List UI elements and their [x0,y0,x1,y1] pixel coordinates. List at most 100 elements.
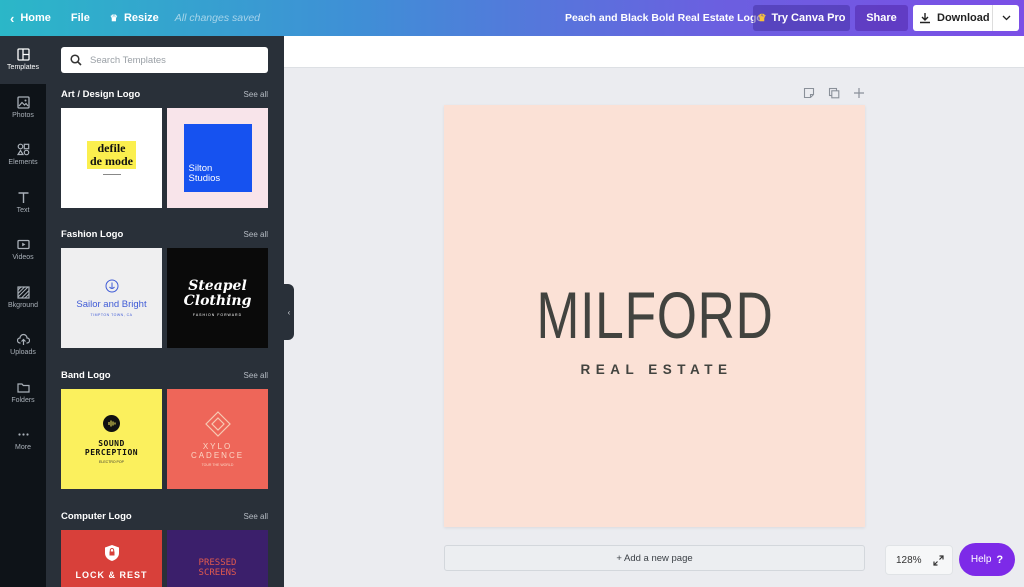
download-button[interactable]: Download [913,5,993,31]
template-text: Sailor and Bright [76,299,147,310]
download-icon [920,13,930,24]
page-tools [802,86,865,99]
rail-item-label: More [15,444,31,452]
templates-icon [16,48,30,61]
home-button[interactable]: ‹ Home [0,0,61,36]
search-input[interactable] [90,54,260,66]
save-status: All changes saved [174,12,261,24]
template-thumbnail[interactable]: LOCK & REST [61,530,162,587]
template-text: Studios [188,173,221,185]
template-thumbnail[interactable]: XYLO CADENCE TOUR THE WORLD [167,389,268,489]
search-icon [70,54,82,66]
rail-item-label: Photos [12,111,34,119]
rail-item-background[interactable]: Bkground [0,274,46,322]
see-all-link[interactable]: See all [244,230,268,239]
help-label: Help [970,554,992,565]
file-menu-button[interactable]: File [61,0,100,36]
template-text: LOCK & REST [75,570,148,580]
template-text: Clothing [183,292,252,309]
crown-icon: ♛ [109,12,118,23]
text-icon [18,192,28,203]
rail-item-label: Uploads [10,349,36,357]
rail-item-label: Text [16,206,30,214]
see-all-link[interactable]: See all [244,371,268,380]
template-text: CADENCE [190,451,245,460]
divider [102,173,121,175]
rail-item-videos[interactable]: Videos [0,226,46,274]
add-new-page-button[interactable]: + Add a new page [444,545,865,571]
question-icon: ? [996,553,1004,566]
help-button[interactable]: Help ? [959,543,1015,576]
try-pro-button[interactable]: ♛ Try Canva Pro [753,5,850,31]
section-header: Band Logo See all [61,370,268,381]
template-text: TIMPTON TOWN, CA [90,313,133,317]
document-title[interactable]: Peach and Black Bold Real Estate Logo [565,0,763,36]
diamond-icon [204,411,231,437]
background-icon [16,286,30,299]
rail-item-photos[interactable]: Photos [0,84,46,132]
template-thumbnail[interactable]: defile de mode [61,108,162,208]
chevron-left-icon: ‹ [287,307,291,317]
expand-icon[interactable] [933,554,944,566]
section-header: Computer Logo See all [61,511,268,522]
crown-icon: ♛ [757,12,767,24]
template-thumbnail[interactable]: PRESSED SCREENS [167,530,268,587]
template-text: FASHION FORWARD [192,313,243,318]
search-box[interactable] [61,47,268,73]
template-text: de mode [90,154,133,168]
resize-button[interactable]: ♛ Resize [100,0,169,36]
chevron-left-icon: ‹ [10,10,15,26]
section-title: Art / Design Logo [61,89,141,100]
download-label: Download [937,12,990,24]
rail-item-elements[interactable]: Elements [0,131,46,179]
section-header: Fashion Logo See all [61,229,268,240]
rail-item-label: Videos [12,254,34,262]
elements-icon [16,143,29,156]
section-title: Fashion Logo [61,229,124,240]
template-thumbnail[interactable]: Sailor and Bright TIMPTON TOWN, CA [61,248,162,348]
template-text: SOUND [98,438,125,448]
rail-item-label: Elements [8,159,38,167]
zoom-control[interactable]: 128% [885,545,953,575]
design-canvas[interactable]: MILFORD REAL ESTATE [444,105,865,527]
rail-item-folders[interactable]: Folders [0,369,46,417]
templates-panel: Art / Design Logo See all defile de mode… [46,36,284,587]
editor-toolbar [284,36,1024,68]
note-icon[interactable] [802,86,815,99]
anchor-icon [105,279,118,293]
photos-icon [16,96,30,109]
rail-item-more[interactable]: More [0,416,46,464]
shield-icon [104,545,119,561]
add-page-icon[interactable] [852,86,865,99]
logo-subtitle[interactable]: REAL ESTATE [580,362,732,377]
section-title: Band Logo [61,370,111,381]
logo-title[interactable]: MILFORD [536,282,773,348]
more-icon [17,433,29,436]
zoom-level: 128% [896,554,922,566]
template-text: PERCEPTION [84,447,139,457]
template-thumbnail[interactable]: Steapel Clothing FASHION FORWARD [167,248,268,348]
template-block: Silton Studios [183,124,252,192]
section-title: Computer Logo [61,511,132,522]
duplicate-page-icon[interactable] [827,86,840,99]
folders-icon [16,383,30,393]
rail-item-text[interactable]: Text [0,179,46,227]
share-button[interactable]: Share [855,5,908,31]
download-options-button[interactable] [993,5,1019,31]
template-thumbnail[interactable]: Silton Studios [167,108,268,208]
rail-item-templates[interactable]: Templates [0,36,46,84]
template-text: TOUR THE WORLD [201,463,234,467]
top-bar: ‹ Home File ♛ Resize All changes saved P… [0,0,1024,36]
collapse-panel-button[interactable]: ‹ [284,284,294,340]
rail-item-uploads[interactable]: Uploads [0,321,46,369]
uploads-icon [16,334,30,346]
see-all-link[interactable]: See all [244,90,268,99]
template-text: SCREENS [198,568,237,579]
template-thumbnail[interactable]: SOUND PERCEPTION ELECTRO POP [61,389,162,489]
videos-icon [16,240,30,250]
download-button-group: Download [913,5,1019,31]
template-text: ELECTRO POP [99,459,124,464]
chevron-down-icon [1002,15,1010,21]
see-all-link[interactable]: See all [244,512,268,521]
resize-label: Resize [123,12,159,24]
